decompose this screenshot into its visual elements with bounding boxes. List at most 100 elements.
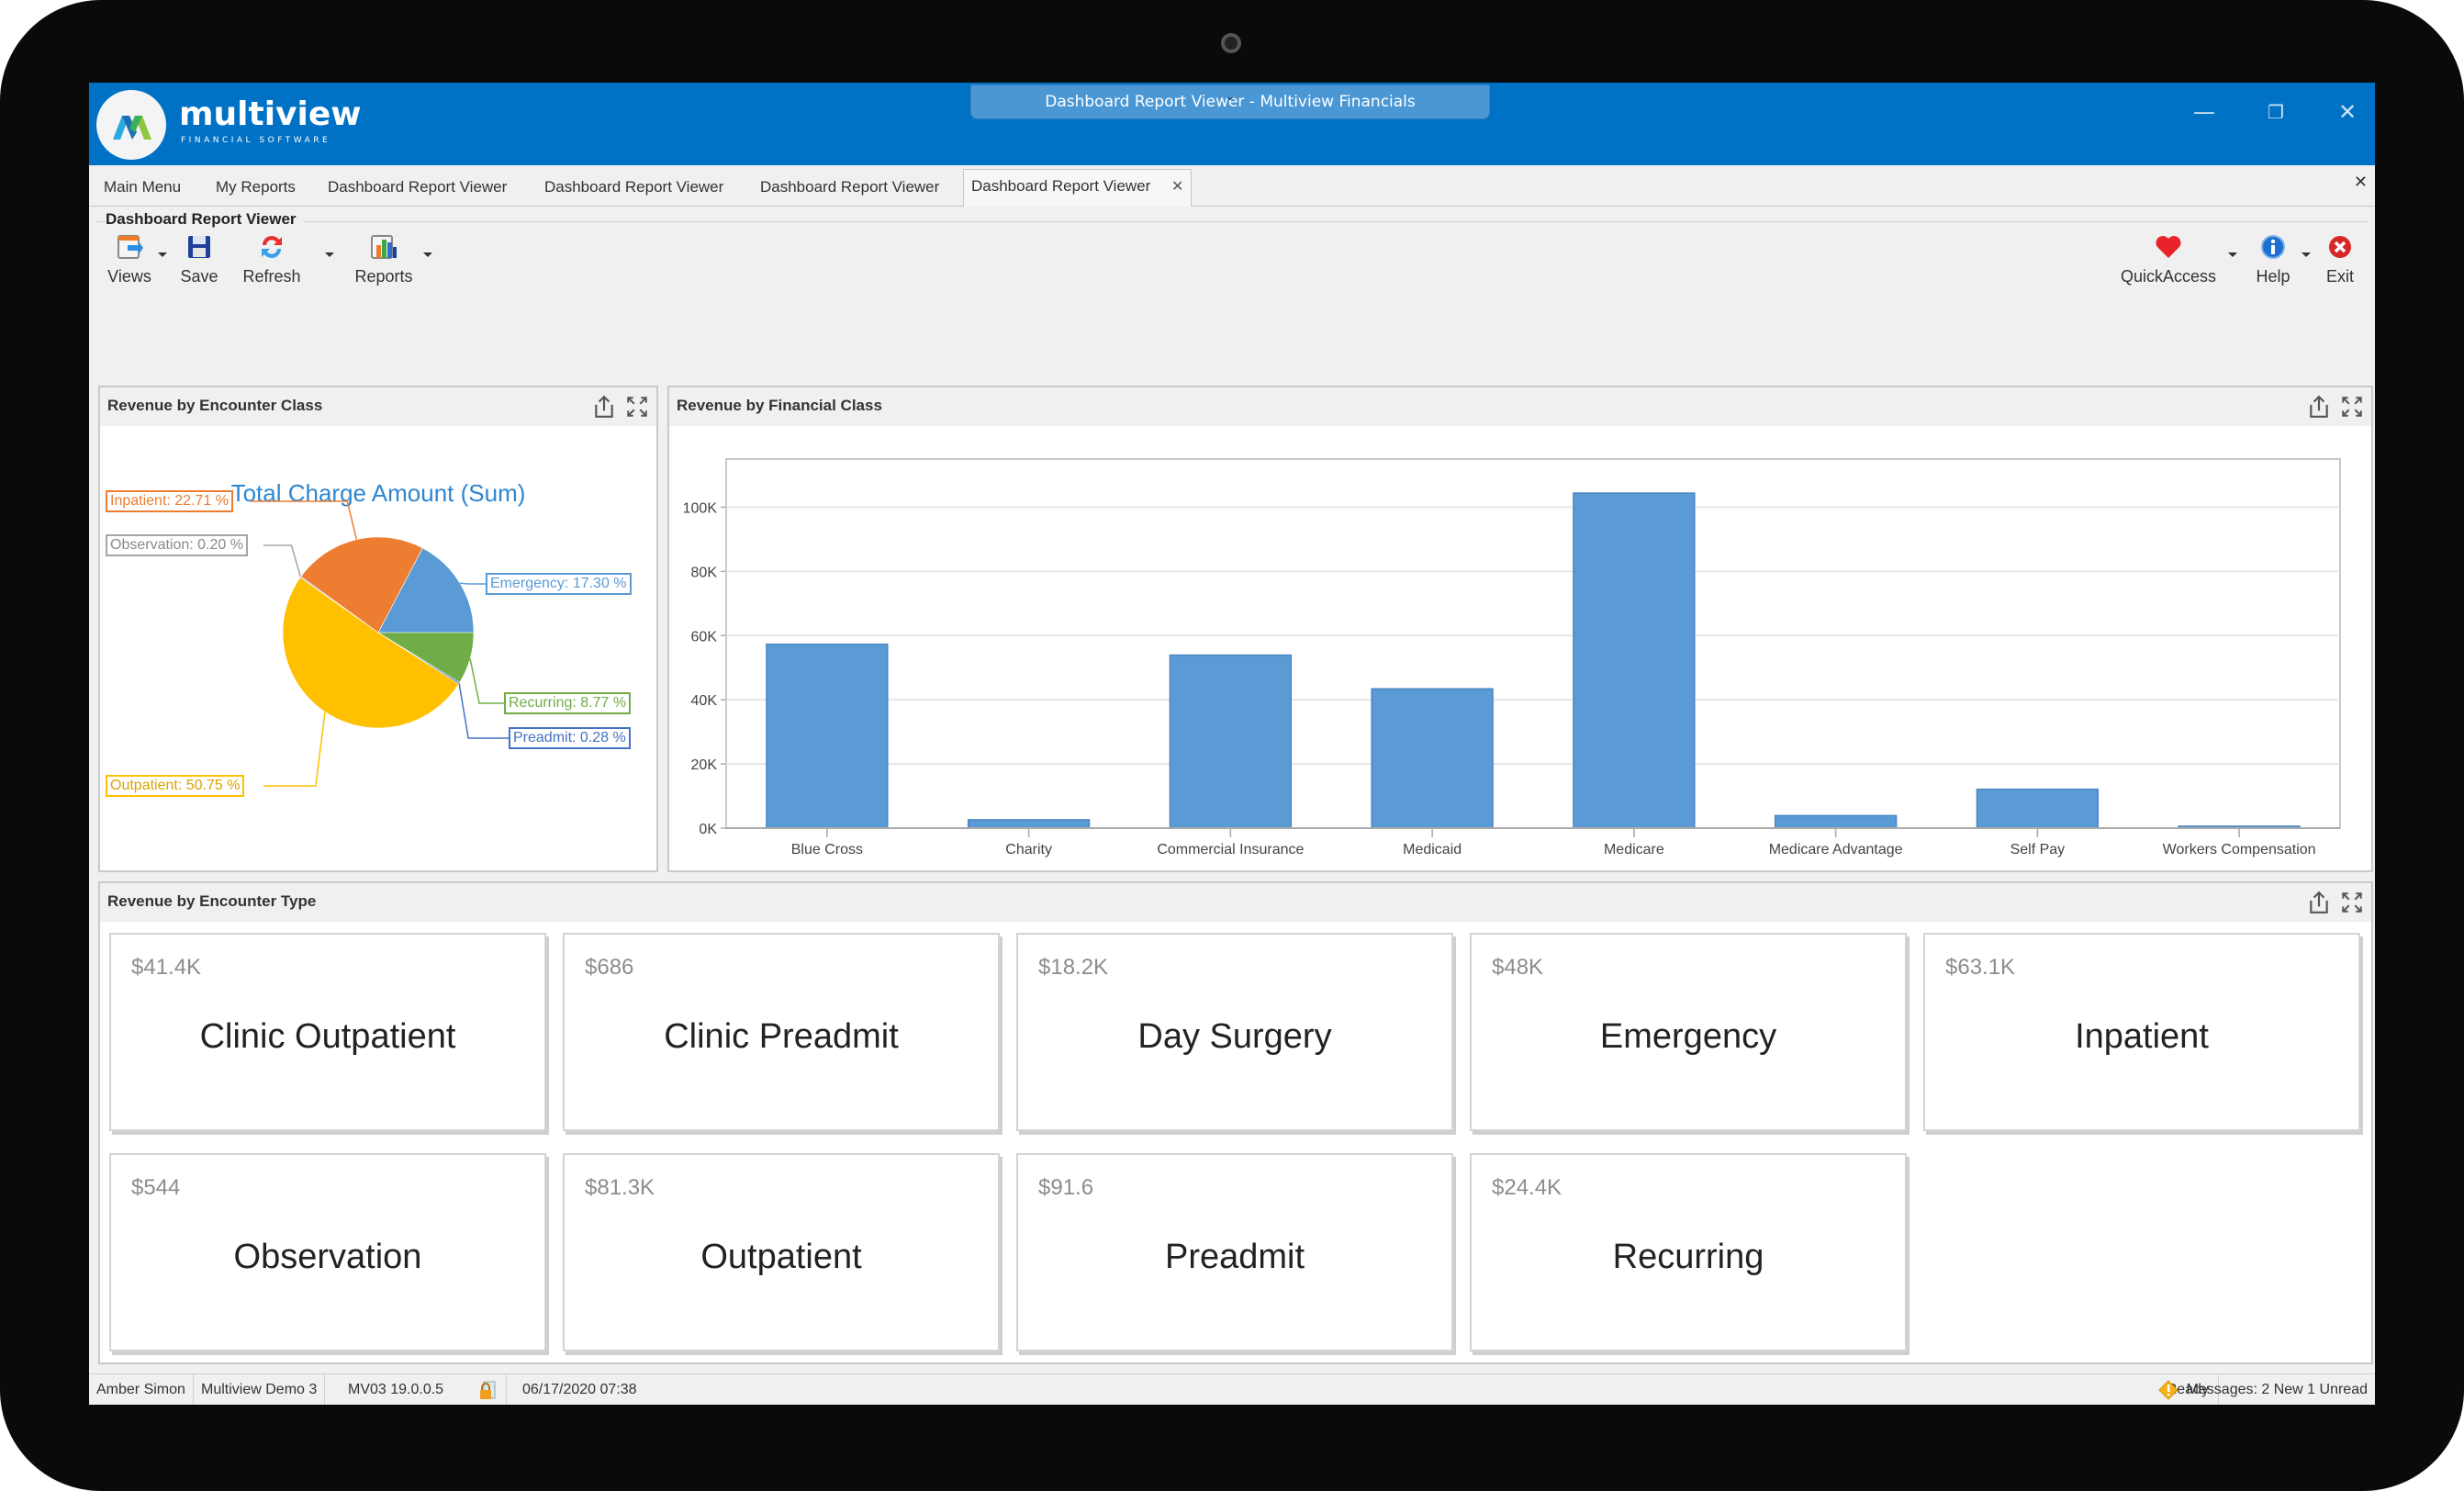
x-tick-label: Medicare Advantage [1769, 842, 1903, 858]
status-messages[interactable]: Messages: 2 New 1 Unread [2158, 1374, 2368, 1405]
refresh-button[interactable]: Refresh [240, 232, 304, 286]
pie-leader-line [263, 712, 326, 787]
pie-label-preadmit: Preadmit: 0.28 % [509, 727, 631, 749]
pie-leader-line [251, 500, 358, 540]
reports-dropdown-icon[interactable] [423, 252, 432, 257]
x-tick-label: Medicare [1604, 842, 1664, 858]
encounter-type-tile[interactable]: $63.1K Inpatient [1923, 933, 2360, 1131]
bar-medicare[interactable] [1573, 492, 1696, 829]
tile-value: $41.4K [131, 955, 202, 980]
pie-label-outpatient: Outpatient: 50.75 % [106, 775, 245, 797]
encounter-type-tile[interactable]: $48K Emergency [1470, 933, 1907, 1131]
help-dropdown-icon[interactable] [2302, 252, 2311, 257]
panel-header: Revenue by Financial Class [669, 387, 2371, 426]
bar-self-pay[interactable] [1976, 788, 2100, 829]
bar-charity[interactable] [967, 819, 1091, 829]
camera-icon [1221, 33, 1241, 53]
plot-area [725, 458, 2341, 829]
encounter-type-panel: Revenue by Encounter Type $41.4K Clinic O… [98, 881, 2373, 1364]
export-icon[interactable] [2307, 891, 2331, 914]
panel-title: Revenue by Encounter Class [107, 397, 323, 414]
encounter-type-tile[interactable]: $18.2K Day Surgery [1016, 933, 1453, 1131]
x-tick-label: Commercial Insurance [1157, 842, 1304, 858]
bar-blue-cross[interactable] [766, 643, 889, 829]
app-window: multiview FINANCIAL SOFTWARE ⌄ Dashboard… [89, 83, 2375, 1405]
encounter-type-tile[interactable]: $544 Observation [109, 1153, 546, 1351]
maximize-icon[interactable] [625, 395, 649, 419]
refresh-icon [257, 232, 286, 262]
tab-dashboard-report-viewer-1[interactable]: Dashboard Report Viewer [320, 171, 514, 204]
pie-label-recurring: Recurring: 8.77 % [504, 692, 632, 714]
y-tick-label: 100K [683, 500, 718, 516]
y-tick-label: 40K [691, 693, 718, 709]
tab-dashboard-report-viewer-active[interactable]: Dashboard Report Viewer ✕ [963, 169, 1193, 207]
tab-dashboard-report-viewer-2[interactable]: Dashboard Report Viewer [537, 171, 731, 204]
refresh-dropdown-icon[interactable] [325, 252, 334, 257]
quickaccess-dropdown-icon[interactable] [2228, 252, 2237, 257]
reports-button[interactable]: Reports [352, 232, 416, 286]
minimize-button[interactable]: — [2186, 94, 2223, 130]
tab-close-icon[interactable]: ✕ [1171, 179, 1183, 195]
chevron-down-icon[interactable]: ⌄ [1225, 83, 1236, 113]
encounter-type-tile[interactable]: $24.4K Recurring [1470, 1153, 1907, 1351]
financial-class-panel: Revenue by Financial Class 0K 20K 40K 60K 80… [667, 386, 2373, 872]
lock-icon[interactable] [478, 1381, 497, 1401]
warning-icon [2158, 1380, 2178, 1400]
views-dropdown-icon[interactable] [158, 252, 167, 257]
reports-icon [369, 232, 398, 262]
tab-my-reports[interactable]: My Reports [208, 171, 303, 204]
status-user: Amber Simon [89, 1374, 194, 1405]
tile-name: Clinic Outpatient [199, 1017, 456, 1056]
pie-label-emergency: Emergency: 17.30 % [486, 573, 632, 595]
save-icon [185, 232, 214, 262]
maximize-icon[interactable] [2340, 891, 2364, 914]
maximize-icon[interactable] [2340, 395, 2364, 419]
bar-medicare-advantage[interactable] [1774, 814, 1898, 829]
views-button[interactable]: Views [104, 232, 155, 286]
x-tick-label: Medicaid [1403, 842, 1462, 858]
multiview-m-icon [113, 116, 151, 140]
help-button[interactable]: Help [2252, 232, 2294, 286]
quickaccess-button[interactable]: QuickAccess [2116, 232, 2221, 286]
tile-name: Emergency [1599, 1017, 1777, 1056]
close-window-button[interactable]: ✕ [2329, 94, 2366, 130]
info-icon [2258, 232, 2288, 262]
encounter-type-tile[interactable]: $91.6 Preadmit [1016, 1153, 1453, 1351]
tab-main-menu[interactable]: Main Menu [96, 171, 188, 204]
quickaccess-label: QuickAccess [2120, 267, 2217, 286]
exit-button[interactable]: Exit [2322, 232, 2358, 286]
bar-medicaid[interactable] [1371, 688, 1494, 829]
y-tick-label: 60K [691, 629, 718, 645]
refresh-label: Refresh [242, 267, 301, 286]
exit-icon [2325, 232, 2355, 262]
encounter-class-panel: Revenue by Encounter Class Total Charge … [98, 386, 658, 872]
x-tick-label: Self Pay [2010, 842, 2066, 858]
encounter-type-tile[interactable]: $41.4K Clinic Outpatient [109, 933, 546, 1131]
encounter-type-tile[interactable]: $686 Clinic Preadmit [563, 933, 1000, 1131]
encounter-type-tile[interactable]: $81.3K Outpatient [563, 1153, 1000, 1351]
close-all-tabs-icon[interactable]: ✕ [2354, 173, 2368, 192]
bar-commercial-insurance[interactable] [1169, 654, 1293, 829]
tile-value: $81.3K [585, 1175, 655, 1200]
tab-dashboard-report-viewer-3[interactable]: Dashboard Report Viewer [753, 171, 946, 204]
pie-label-inpatient: Inpatient: 22.71 % [106, 490, 233, 512]
panel-header: Revenue by Encounter Class [100, 387, 656, 426]
status-datetime: 06/17/2020 07:38 [522, 1382, 637, 1397]
tile-name: Day Surgery [1137, 1017, 1332, 1056]
export-icon[interactable] [592, 395, 616, 419]
bar-chart: 0K 20K 40K 60K 80K 100K Blue Cross Charity Comme… [683, 458, 2341, 858]
panel-title: Revenue by Financial Class [677, 397, 882, 414]
restore-button[interactable]: ❐ [2257, 94, 2294, 130]
panel-title: Revenue by Encounter Type [107, 892, 317, 910]
tile-name: Recurring [1612, 1238, 1764, 1276]
views-icon [115, 232, 144, 262]
tile-name: Inpatient [2075, 1017, 2209, 1056]
group-divider [96, 221, 2368, 222]
export-icon[interactable] [2307, 395, 2331, 419]
brand-name: multiview [179, 95, 362, 133]
pie-leader-line [459, 582, 486, 585]
pie-leader-line [469, 658, 504, 704]
save-button[interactable]: Save [179, 232, 219, 286]
x-tick-label: Blue Cross [791, 842, 863, 858]
tile-name: Preadmit [1164, 1238, 1305, 1276]
